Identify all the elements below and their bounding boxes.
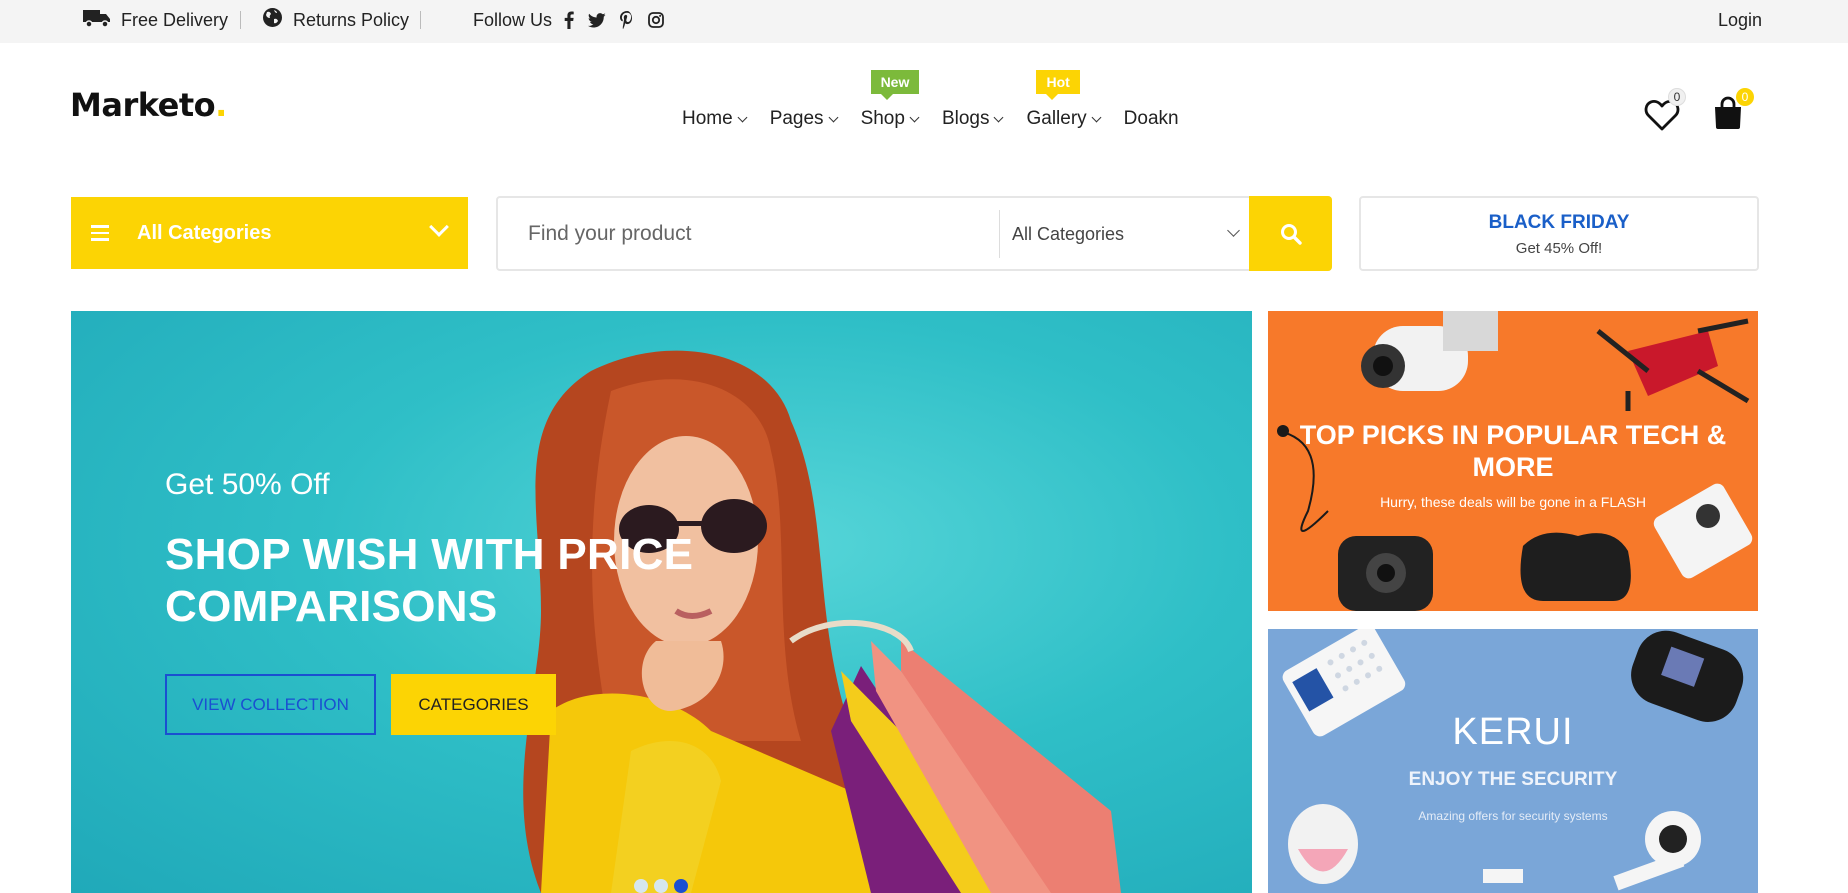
truck-icon: [83, 8, 111, 33]
search-bar: All Categories: [496, 196, 1332, 271]
cart-button[interactable]: 0: [1710, 88, 1754, 132]
chevron-down-icon: [1091, 112, 1102, 122]
divider: [999, 210, 1000, 258]
nav-doakn[interactable]: Doakn: [1124, 106, 1179, 132]
nav-gallery[interactable]: Hot Gallery: [1026, 70, 1102, 132]
nav-shop-label: Shop: [860, 108, 905, 129]
follow-us: Follow Us: [473, 0, 664, 40]
slider-dot[interactable]: [634, 879, 648, 893]
follow-us-label: Follow Us: [473, 9, 553, 30]
category-select[interactable]: All Categories: [1012, 198, 1252, 270]
banner-subtitle: Hurry, these deals will be gone in a FLA…: [1380, 494, 1646, 510]
twitter-icon[interactable]: [588, 12, 606, 28]
hero-slider: Get 50% Off SHOP WISH WITH PRICE COMPARI…: [71, 311, 1252, 893]
nav-home[interactable]: Home: [682, 106, 748, 132]
search-icon: [1280, 223, 1302, 245]
login-label: Login: [1718, 9, 1763, 30]
nav-blogs-label: Blogs: [941, 108, 990, 129]
chevron-down-icon: [1227, 224, 1240, 237]
cart-count: 0: [1736, 88, 1754, 106]
menu-icon: [91, 225, 109, 241]
logo-dot: .: [215, 86, 227, 124]
all-categories-label: All Categories: [137, 221, 272, 244]
security-devices-image: [1282, 629, 1744, 891]
all-categories-button[interactable]: All Categories: [71, 197, 468, 269]
chevron-down-icon: [909, 112, 920, 122]
nav-shop[interactable]: New Shop: [860, 70, 920, 132]
chevron-down-icon: [737, 112, 748, 122]
new-badge: New: [870, 70, 920, 100]
free-delivery[interactable]: Free Delivery: [83, 0, 228, 40]
divider: [240, 11, 241, 29]
nav-pages[interactable]: Pages: [769, 106, 839, 132]
nav-pages-label: Pages: [769, 108, 824, 129]
categories-button[interactable]: CATEGORIES: [391, 674, 556, 735]
top-bar: Free Delivery Returns Policy Follow Us L…: [0, 0, 1848, 43]
divider: [420, 11, 421, 29]
hero-subtitle: Get 50% Off: [165, 468, 330, 501]
search-input[interactable]: [528, 218, 968, 250]
chevron-down-icon: [828, 112, 839, 122]
hero-title: SHOP WISH WITH PRICE COMPARISONS: [165, 530, 694, 631]
view-collection-button[interactable]: VIEW COLLECTION: [165, 674, 376, 735]
pinterest-icon[interactable]: [620, 11, 634, 29]
chevron-down-icon: [429, 217, 449, 237]
slider-dots: [634, 879, 688, 893]
banner-title: ENJOY THE SECURITY: [1408, 769, 1618, 790]
black-friday-promo[interactable]: BLACK FRIDAY Get 45% Off!: [1359, 196, 1759, 271]
free-delivery-label: Free Delivery: [121, 9, 229, 30]
logo[interactable]: Marketo.: [70, 86, 227, 124]
chevron-down-icon: [994, 112, 1004, 122]
nav-gallery-label: Gallery: [1026, 108, 1087, 129]
tech-picks-banner[interactable]: TOP PICKS IN POPULAR TECH & MORE Hurry, …: [1268, 311, 1758, 611]
globe-icon: [262, 7, 283, 33]
social-links: [564, 11, 664, 29]
kerui-security-banner[interactable]: KERUI ENJOY THE SECURITY Amazing offers …: [1268, 629, 1758, 893]
nav-blogs[interactable]: Blogs: [941, 106, 1004, 132]
logo-text: Marketo: [70, 86, 216, 124]
banner-subtitle: Amazing offers for security systems: [1418, 809, 1608, 823]
slider-dot[interactable]: [654, 879, 668, 893]
returns-policy-label: Returns Policy: [293, 9, 410, 30]
hot-badge: Hot: [1036, 70, 1080, 100]
banner-title: TOP PICKS IN POPULAR TECH & MORE: [1299, 420, 1727, 482]
promo-subtitle: Get 45% Off!: [1515, 240, 1603, 257]
nav-doakn-label: Doakn: [1123, 108, 1179, 129]
returns-policy[interactable]: Returns Policy: [262, 0, 409, 40]
facebook-icon[interactable]: [564, 11, 574, 29]
wishlist-button[interactable]: 0: [1642, 88, 1686, 132]
nav-home-label: Home: [682, 108, 733, 129]
slider-dot-active[interactable]: [674, 879, 688, 893]
kerui-brand: KERUI: [1452, 711, 1574, 753]
promo-title: BLACK FRIDAY: [1488, 212, 1630, 233]
instagram-icon[interactable]: [648, 12, 664, 28]
wishlist-count: 0: [1668, 88, 1686, 106]
main-nav: Home Pages New Shop Blogs Hot Gallery Do…: [682, 70, 1203, 132]
category-select-value: All Categories: [1012, 223, 1125, 244]
search-button[interactable]: [1249, 196, 1332, 271]
login-link[interactable]: Login: [1718, 0, 1762, 40]
